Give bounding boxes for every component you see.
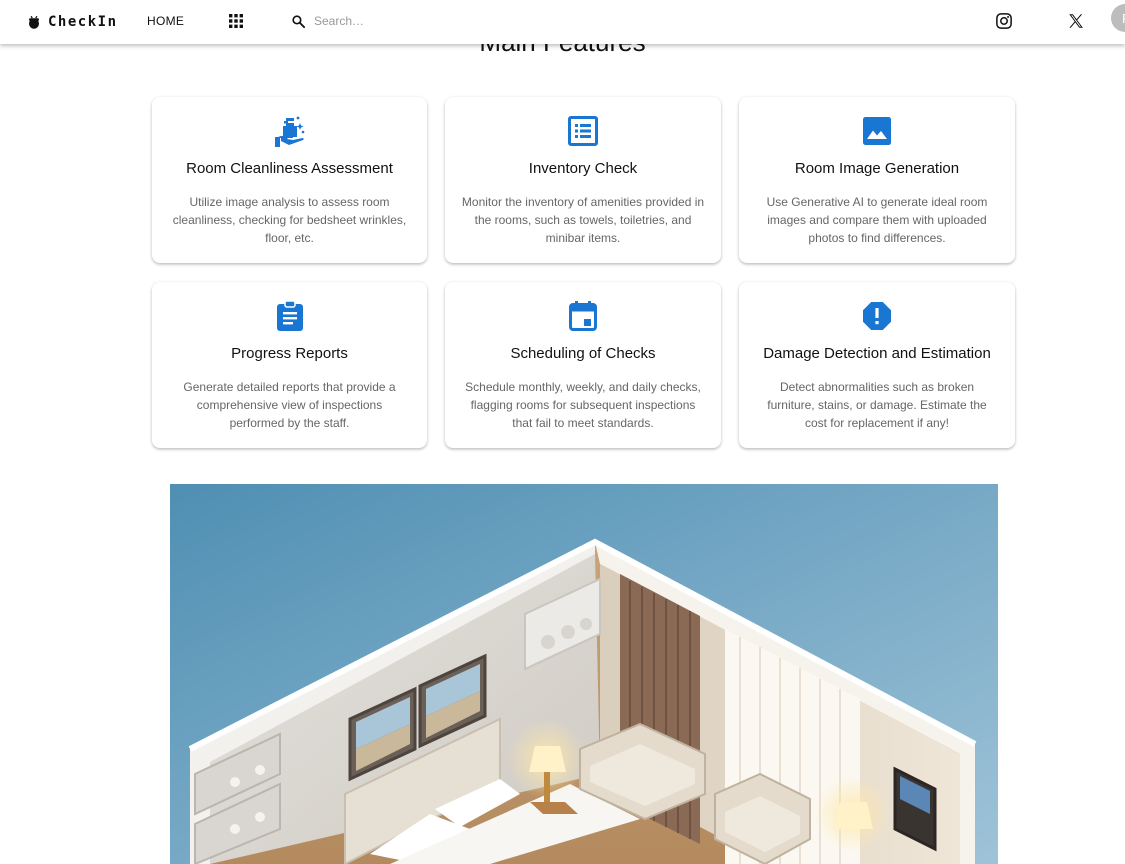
app-bar: CheckIn HOME P [0,0,1125,44]
cleaning-icon [274,116,304,147]
feature-description: Utilize image analysis to assess room cl… [172,195,407,245]
feature-card: Damage Detection and Estimation Detect a… [739,282,1015,448]
feature-title: Progress Reports [231,345,348,362]
feature-card: Inventory Check Monitor the inventory of… [445,97,721,263]
feature-description: Use Generative AI to generate ideal room… [766,195,988,245]
feature-description: Generate detailed reports that provide a… [183,380,396,430]
brand[interactable]: CheckIn [28,11,118,33]
feature-card: Progress Reports Generate detailed repor… [152,282,427,448]
bug-logo-icon [29,15,39,29]
feature-title: Damage Detection and Estimation [763,345,991,362]
feature-title: Scheduling of Checks [510,345,656,362]
feature-card: Scheduling of Checks Schedule monthly, w… [445,282,721,448]
search-icon [292,14,306,28]
feature-card: Room Cleanliness Assessment Utilize imag… [152,97,427,263]
apps-grid-icon[interactable] [229,14,243,28]
hotel-room-illustration [170,484,998,864]
avatar[interactable]: P [1111,4,1125,32]
alert-icon [863,302,891,330]
search-input[interactable] [314,14,464,28]
nav-home-link[interactable]: HOME [147,14,184,28]
search-bar [291,10,491,32]
features-grid: Room Cleanliness Assessment Utilize imag… [152,97,1015,448]
instagram-icon[interactable] [995,12,1013,30]
feature-description: Detect abnormalities such as broken furn… [767,380,987,430]
x-twitter-icon[interactable] [1067,12,1085,30]
feature-description: Schedule monthly, weekly, and daily chec… [465,380,701,430]
brand-name: CheckIn [48,14,118,30]
calendar-icon [569,301,597,331]
list-icon [568,116,598,146]
image-icon [863,117,891,145]
feature-title: Room Image Generation [794,160,960,177]
feature-description: Monitor the inventory of amenities provi… [461,195,705,245]
feature-card: Room Image Generation Use Generative AI … [739,97,1015,263]
clipboard-icon [276,300,303,331]
feature-title: Inventory Check [528,160,638,177]
feature-title: Room Cleanliness Assessment [186,160,393,177]
